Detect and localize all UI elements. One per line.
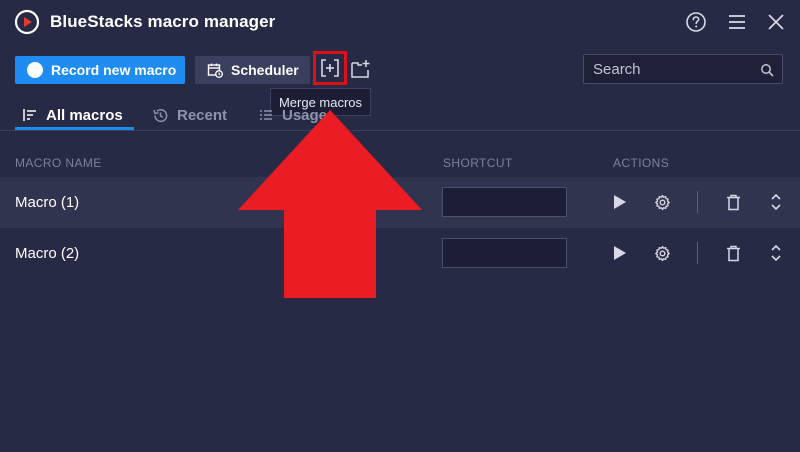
- play-icon[interactable]: [609, 242, 631, 264]
- merge-icon: [321, 59, 339, 77]
- actions-divider: [697, 242, 698, 264]
- macro-name: Macro (1): [15, 194, 80, 211]
- record-icon: [27, 62, 43, 78]
- app-title: BlueStacks macro manager: [50, 12, 276, 31]
- tab-all-macros-label: All macros: [46, 106, 123, 124]
- merge-macros-button[interactable]: [313, 51, 347, 85]
- history-icon: [153, 108, 168, 122]
- reorder-chevrons-icon[interactable]: [765, 242, 787, 264]
- close-icon[interactable]: [764, 10, 788, 34]
- help-icon[interactable]: [684, 10, 708, 34]
- search-input[interactable]: [593, 60, 753, 78]
- record-new-macro-button[interactable]: Record new macro: [15, 56, 185, 84]
- delete-trash-icon[interactable]: [722, 191, 744, 213]
- column-header-actions: ACTIONS: [613, 156, 670, 170]
- folder-add-icon: [351, 60, 370, 78]
- search-box[interactable]: [583, 54, 783, 84]
- record-new-macro-label: Record new macro: [51, 62, 177, 78]
- bluestacks-logo-icon: [14, 9, 40, 35]
- delete-trash-icon[interactable]: [722, 242, 744, 264]
- import-macro-button[interactable]: [349, 58, 371, 80]
- shortcut-input[interactable]: [442, 187, 567, 217]
- title-bar: BlueStacks macro manager: [0, 0, 800, 44]
- tab-recent-label: Recent: [177, 106, 228, 124]
- sort-list-icon: [23, 109, 36, 121]
- red-arrow-annotation: [238, 110, 422, 298]
- actions-divider: [697, 191, 698, 213]
- tab-recent[interactable]: Recent: [152, 100, 227, 130]
- scheduler-button[interactable]: Scheduler: [195, 56, 310, 84]
- settings-gear-icon[interactable]: [651, 242, 673, 264]
- menu-icon[interactable]: [725, 10, 749, 34]
- scheduler-label: Scheduler: [231, 62, 299, 78]
- play-icon[interactable]: [609, 191, 631, 213]
- macro-name: Macro (2): [15, 245, 80, 262]
- column-header-macro-name: MACRO NAME: [15, 156, 102, 170]
- tab-all-macros[interactable]: All macros: [22, 100, 123, 130]
- calendar-clock-icon: [207, 63, 223, 78]
- settings-gear-icon[interactable]: [651, 191, 673, 213]
- reorder-chevrons-icon[interactable]: [765, 191, 787, 213]
- search-icon: [761, 64, 774, 77]
- shortcut-input[interactable]: [442, 238, 567, 268]
- macro-manager-window: BlueStacks macro manager Record new macr…: [0, 0, 800, 452]
- column-header-shortcut: SHORTCUT: [443, 156, 513, 170]
